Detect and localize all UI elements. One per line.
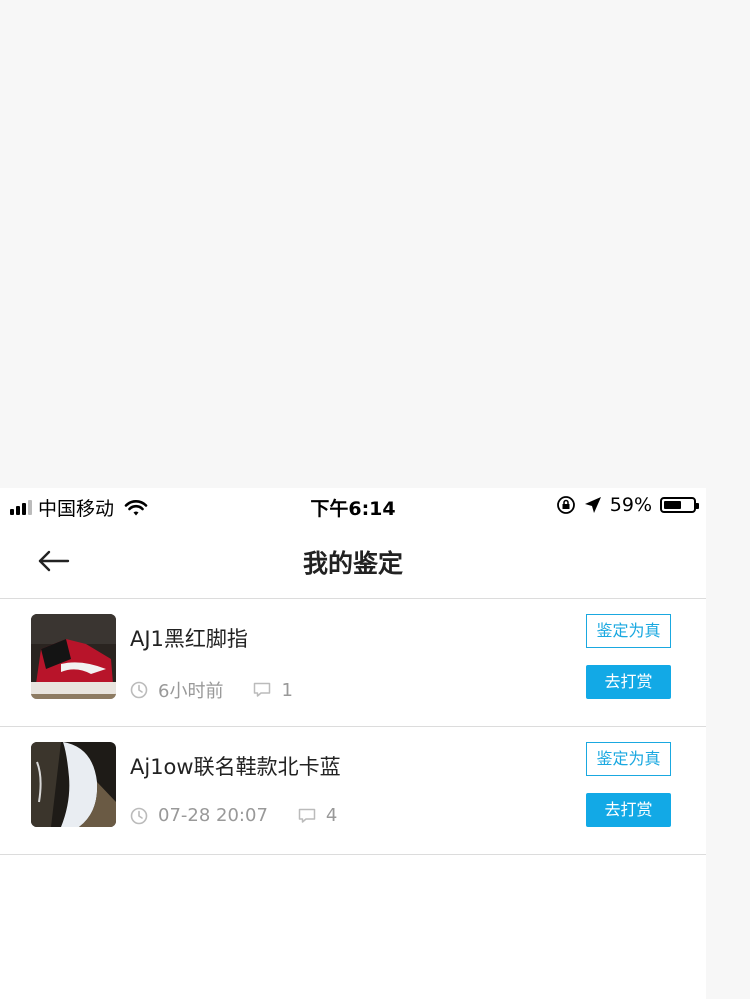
item-meta: 07-28 20:07 4 — [130, 805, 337, 826]
battery-fill — [664, 501, 681, 509]
list-item[interactable]: Aj1ow联名鞋款北卡蓝 07-28 20:07 4 鉴定为真 去打赏 — [0, 727, 706, 855]
tip-button[interactable]: 去打赏 — [586, 793, 671, 827]
status-bar: 中国移动 下午6:14 59% — [0, 488, 706, 524]
comment-icon — [254, 682, 271, 697]
clock-icon — [130, 681, 148, 699]
tip-button[interactable]: 去打赏 — [586, 665, 671, 699]
clock-icon — [130, 807, 148, 824]
comment-icon — [298, 808, 316, 823]
comment-count: 4 — [325, 805, 338, 826]
appraisal-list: AJ1黑红脚指 6小时前 1 鉴定为真 去打赏 Aj1ow联名鞋款北卡蓝 07-… — [0, 599, 706, 855]
item-time: 6小时前 — [158, 681, 224, 702]
app-screen: 中国移动 下午6:14 59% 我的鉴定 AJ1黑红脚指 6小时前 1 鉴定为真… — [0, 488, 706, 999]
shoe-thumbnail[interactable] — [31, 614, 116, 699]
shoe-thumbnail[interactable] — [31, 742, 116, 827]
battery-icon — [660, 497, 699, 513]
location-icon — [584, 497, 601, 513]
nav-bar: 我的鉴定 — [0, 524, 706, 599]
status-badge: 鉴定为真 — [586, 742, 671, 776]
rotation-lock-icon — [556, 496, 575, 514]
item-title[interactable]: Aj1ow联名鞋款北卡蓝 — [130, 751, 341, 781]
page-title: 我的鉴定 — [302, 549, 403, 578]
list-item[interactable]: AJ1黑红脚指 6小时前 1 鉴定为真 去打赏 — [0, 599, 706, 727]
status-right: 59% — [556, 494, 699, 516]
battery-percent: 59% — [609, 494, 652, 516]
status-badge: 鉴定为真 — [586, 614, 671, 648]
item-time: 07-28 20:07 — [158, 805, 268, 826]
item-title[interactable]: AJ1黑红脚指 — [130, 623, 248, 653]
comment-count: 1 — [281, 679, 293, 701]
item-meta: 6小时前 1 — [130, 677, 293, 703]
